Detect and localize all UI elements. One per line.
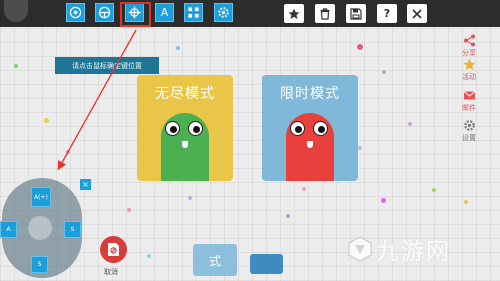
close-icon: × (82, 180, 89, 189)
sidebar-item-events[interactable]: 活动 (452, 58, 486, 82)
keypad-key-right-label: S (70, 226, 75, 233)
watermark-text: 九游网 (376, 239, 451, 265)
keypad-key-left[interactable]: A (0, 221, 17, 238)
gear-icon (463, 120, 475, 131)
sidebar-item-label: 分享 (462, 49, 476, 57)
snake-eye (188, 121, 203, 136)
snake-eye (165, 121, 180, 136)
cancel-label: 取消 (104, 268, 118, 276)
timed-mode-title: 限时模式 (280, 86, 340, 102)
snake-mouth (182, 141, 188, 148)
star-icon (463, 58, 475, 70)
green-snake (161, 113, 209, 181)
sidebar-item-label: 设置 (462, 134, 476, 142)
keypad-key-top[interactable]: A(+) (31, 187, 51, 207)
watermark-logo (348, 236, 372, 262)
game-screen: A ? 请点击鼠标确定键位置 无尽模式 限时模式 分享 活动 邮件 设置 A(+… (0, 0, 500, 281)
endless-mode-card[interactable]: 无尽模式 (137, 75, 233, 181)
red-snake (286, 113, 334, 181)
sidebar-item-label: 邮件 (462, 104, 476, 112)
cancel-file-icon (108, 243, 119, 256)
sidebar-item-share[interactable]: 分享 (452, 34, 486, 58)
keypad-key-bottom-label: S (37, 261, 42, 268)
mode-start-label: 式 (208, 253, 221, 268)
timed-mode-card[interactable]: 限时模式 (262, 75, 358, 181)
sidebar-item-mail[interactable]: 邮件 (452, 89, 486, 113)
sidebar-item-settings[interactable]: 设置 (452, 119, 486, 143)
mode-start-button[interactable]: 式 (193, 244, 237, 276)
keypad-close-button[interactable]: × (80, 179, 91, 190)
endless-mode-title: 无尽模式 (155, 86, 215, 102)
keypad-key-top-label: A(+) (34, 193, 48, 201)
keypad-center (28, 216, 52, 240)
mail-icon (463, 91, 475, 100)
cancel-button[interactable] (100, 236, 127, 263)
keypad-key-bottom[interactable]: S (31, 256, 48, 273)
keypad-key-right[interactable]: S (64, 221, 81, 238)
snake-eye (313, 121, 328, 136)
keypad-key-left-label: A (6, 226, 11, 233)
snake-eye (290, 121, 305, 136)
sidebar-item-label: 活动 (462, 73, 476, 81)
snake-mouth (307, 141, 313, 148)
secondary-button[interactable] (250, 254, 283, 274)
share-icon (463, 34, 475, 47)
